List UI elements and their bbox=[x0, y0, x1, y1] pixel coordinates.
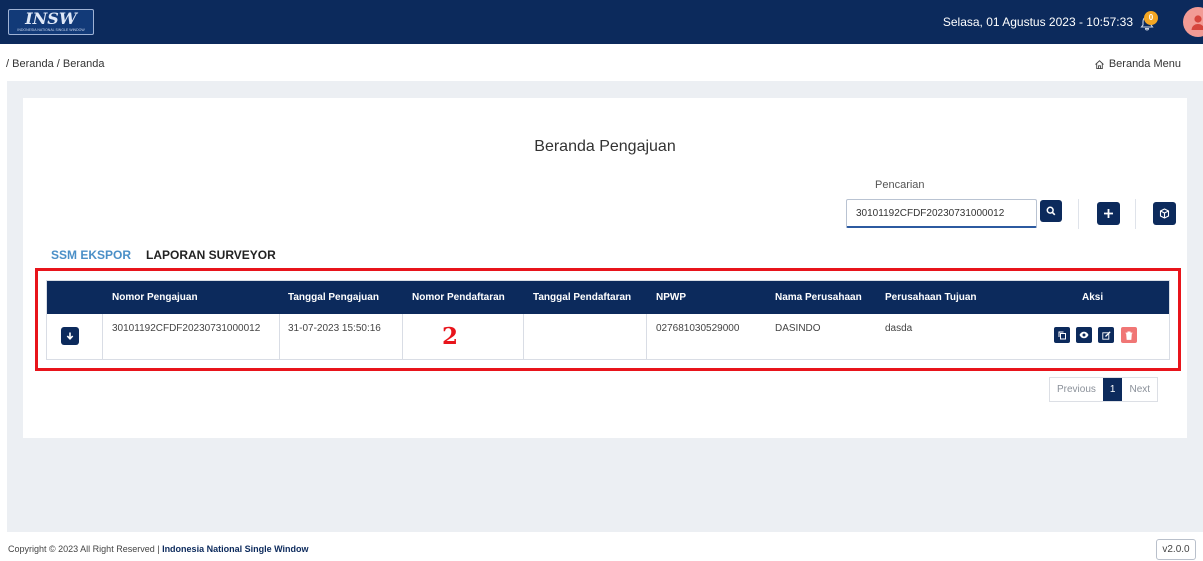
search-icon bbox=[1046, 206, 1056, 216]
user-avatar[interactable] bbox=[1183, 7, 1203, 37]
package-button[interactable] bbox=[1153, 202, 1176, 225]
cube-icon bbox=[1159, 208, 1170, 219]
breadcrumb[interactable]: / Beranda / Beranda bbox=[6, 58, 104, 70]
search-input[interactable] bbox=[846, 199, 1037, 228]
logo-subtitle: INDONESIA NATIONAL SINGLE WINDOW bbox=[17, 28, 85, 32]
pagination: Previous 1 Next bbox=[1049, 377, 1159, 402]
notification-count-badge: 0 bbox=[1144, 11, 1158, 25]
beranda-menu-link[interactable]: Beranda Menu bbox=[1094, 58, 1181, 70]
logo-text: INSW bbox=[25, 9, 77, 28]
version-badge: v2.0.0 bbox=[1156, 539, 1196, 560]
copyright-prefix: Copyright © 2023 All Right Reserved | bbox=[8, 544, 160, 554]
footer: Copyright © 2023 All Right Reserved | In… bbox=[0, 532, 1203, 561]
home-icon bbox=[1095, 59, 1104, 69]
current-datetime: Selasa, 01 Agustus 2023 - 10:57:33 bbox=[942, 15, 1133, 29]
beranda-menu-label: Beranda Menu bbox=[1108, 58, 1181, 70]
tab-laporan-surveyor[interactable]: LAPORAN SURVEYOR bbox=[146, 248, 276, 262]
search-button[interactable] bbox=[1040, 200, 1062, 222]
pagination-previous[interactable]: Previous bbox=[1050, 378, 1103, 401]
insw-logo[interactable]: INSW INDONESIA NATIONAL SINGLE WINDOW bbox=[8, 9, 94, 35]
user-icon bbox=[1191, 15, 1203, 30]
tab-ssm-ekspor[interactable]: SSM EKSPOR bbox=[51, 248, 131, 262]
add-button[interactable] bbox=[1097, 202, 1120, 225]
pagination-page-current[interactable]: 1 bbox=[1102, 378, 1123, 401]
notification-bell[interactable]: 0 bbox=[1137, 11, 1159, 33]
pagination-next[interactable]: Next bbox=[1122, 378, 1157, 401]
copyright-text: Copyright © 2023 All Right Reserved | In… bbox=[8, 544, 309, 554]
page-title: Beranda Pengajuan bbox=[534, 138, 676, 155]
toolbar-divider bbox=[1135, 199, 1136, 229]
breadcrumb-bar: / Beranda / Beranda Beranda Menu bbox=[0, 44, 1203, 81]
search-label: Pencarian bbox=[875, 179, 925, 191]
plus-icon bbox=[1104, 209, 1113, 218]
annotation-highlight-box bbox=[35, 268, 1181, 371]
copyright-org[interactable]: Indonesia National Single Window bbox=[162, 544, 308, 554]
toolbar-divider bbox=[1078, 199, 1079, 229]
top-navbar: INSW INDONESIA NATIONAL SINGLE WINDOW Se… bbox=[0, 0, 1203, 44]
